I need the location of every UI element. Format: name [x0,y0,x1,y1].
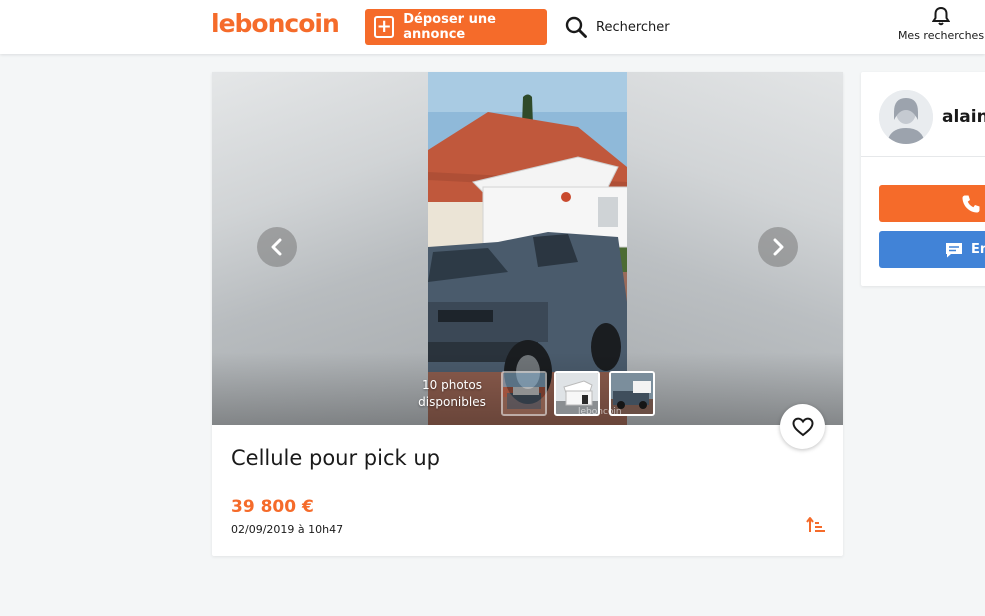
seller-card: alain En [861,72,985,286]
bell-icon [932,6,950,26]
chevron-left-icon [271,238,282,256]
avatar-icon [879,90,933,144]
send-message-label: En [971,242,985,257]
saved-searches-link[interactable]: Mes recherches [896,6,985,48]
previous-photo-button[interactable] [257,227,297,267]
send-message-button[interactable]: En [879,231,985,268]
sort-icon[interactable] [806,516,826,534]
chevron-right-icon [773,238,784,256]
avatar [879,90,933,144]
search-icon [565,16,587,38]
next-photo-button[interactable] [758,227,798,267]
photo-watermark: leboncoin [578,407,622,417]
call-button[interactable] [879,185,985,222]
ad-price: 39 800 € [231,497,314,517]
photo-count-line2: disponibles [418,395,486,409]
post-ad-label: Déposer une annonce [403,12,496,42]
top-header: leboncoin + Déposer une annonce Recherch… [0,0,985,54]
seller-header[interactable]: alain [861,72,985,157]
ad-title: Cellule pour pick up [231,446,440,470]
favorite-button[interactable] [780,404,825,449]
post-ad-button[interactable]: + Déposer une annonce [365,9,547,45]
search-label: Rechercher [596,19,670,35]
leboncoin-logo[interactable]: leboncoin [211,9,340,38]
chat-icon [946,242,962,257]
photo-gallery: 10 photos disponibles leboncoin [212,72,843,425]
seller-name: alain [942,107,985,127]
phone-icon [962,195,980,212]
heart-icon [791,417,814,436]
ad-date: 02/09/2019 à 10h47 [231,523,344,536]
ad-card: 10 photos disponibles leboncoin Cellule … [212,72,843,556]
photo-count-line1: 10 photos [422,378,482,392]
saved-searches-label: Mes recherches [897,29,985,42]
photo-thumbnail-1[interactable] [501,371,547,416]
search-link[interactable]: Rechercher [565,14,670,40]
plus-square-icon: + [374,16,395,38]
photo-count[interactable]: 10 photos disponibles [398,377,506,411]
